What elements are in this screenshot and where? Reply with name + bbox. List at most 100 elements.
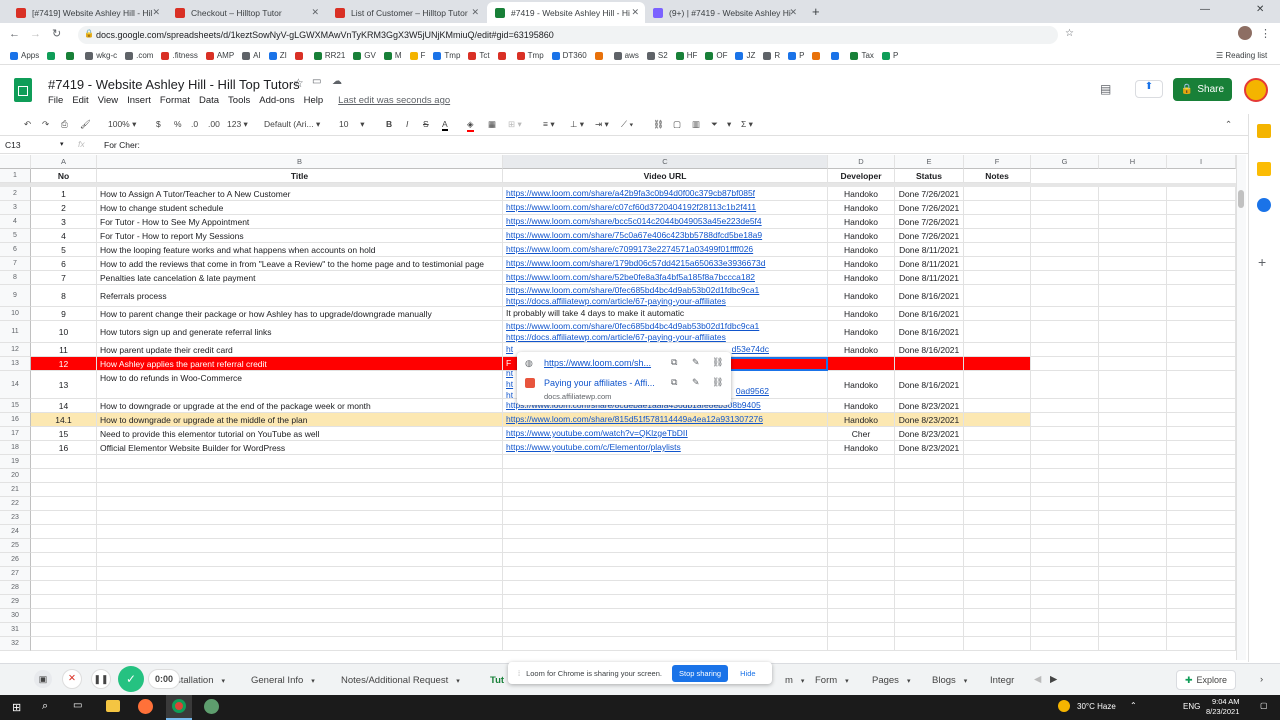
bookmark-item[interactable]: Tmp bbox=[516, 51, 544, 60]
empty-cell[interactable] bbox=[1031, 497, 1099, 511]
empty-cell[interactable] bbox=[895, 553, 964, 567]
browser-menu-icon[interactable]: ⋮ bbox=[1260, 27, 1271, 40]
empty-cell[interactable] bbox=[895, 539, 964, 553]
no-cell[interactable]: 1 bbox=[31, 187, 97, 201]
status-cell[interactable]: Done 7/26/2021 bbox=[895, 201, 964, 215]
chrome-profile-icon[interactable] bbox=[204, 699, 219, 714]
url-line[interactable]: ht bbox=[506, 379, 513, 390]
empty-cell[interactable] bbox=[503, 637, 828, 651]
empty-cell[interactable] bbox=[1167, 581, 1236, 595]
menu-file[interactable]: File bbox=[48, 95, 63, 106]
sheets-logo-icon[interactable] bbox=[14, 78, 32, 102]
developer-cell[interactable]: Handoko bbox=[828, 271, 895, 285]
search-icon[interactable]: ⌕ bbox=[42, 700, 48, 713]
menu-edit[interactable]: Edit bbox=[72, 95, 88, 106]
empty-cell[interactable] bbox=[828, 539, 895, 553]
empty-cell[interactable] bbox=[964, 539, 1031, 553]
url-line[interactable]: ht bbox=[506, 371, 513, 379]
url-cell[interactable]: https://www.loom.com/share/bcc5c014c2044… bbox=[503, 215, 828, 229]
title-cell[interactable]: Need to provide this elementor tutorial … bbox=[97, 427, 503, 441]
empty-cell[interactable] bbox=[828, 553, 895, 567]
popup-link-2[interactable]: Paying your affiliates - Affi... bbox=[544, 378, 655, 388]
empty-cell[interactable] bbox=[1099, 539, 1167, 553]
developer-cell[interactable]: Handoko bbox=[828, 285, 895, 307]
no-cell[interactable]: 4 bbox=[31, 229, 97, 243]
empty-cell[interactable] bbox=[895, 511, 964, 525]
sheet-tab[interactable]: Integr bbox=[990, 675, 1014, 686]
row-header[interactable]: 6 bbox=[0, 243, 31, 257]
url-line[interactable]: https://www.loom.com/share/bcc5c014c2044… bbox=[506, 216, 762, 227]
more-formats-select[interactable]: 123 ▾ bbox=[227, 119, 248, 130]
star-icon[interactable]: ☆ bbox=[1065, 28, 1074, 39]
empty-cell[interactable] bbox=[964, 455, 1031, 469]
horizontal-align-icon[interactable]: ≡ ▾ bbox=[543, 119, 555, 130]
empty-cell[interactable] bbox=[828, 595, 895, 609]
empty-cell[interactable] bbox=[97, 497, 503, 511]
developer-cell[interactable]: Handoko bbox=[828, 343, 895, 357]
sheet-tab-menu-icon[interactable]: ▾ bbox=[964, 678, 968, 685]
no-cell[interactable]: 10 bbox=[31, 321, 97, 343]
empty-cell[interactable] bbox=[31, 609, 97, 623]
empty-cell[interactable] bbox=[503, 609, 828, 623]
empty-cell[interactable] bbox=[1167, 637, 1236, 651]
empty-cell[interactable] bbox=[1031, 469, 1099, 483]
select-all-corner[interactable] bbox=[0, 155, 31, 169]
column-header-c[interactable]: C bbox=[503, 155, 828, 169]
sheet-tab-menu-icon[interactable]: ▾ bbox=[907, 678, 911, 685]
title-cell[interactable]: For Tutor - How to report My Sessions bbox=[97, 229, 503, 243]
sheet-tab[interactable]: m ▾ bbox=[785, 675, 804, 686]
bookmark-item[interactable]: AI bbox=[242, 51, 261, 60]
empty-cell[interactable] bbox=[1099, 343, 1167, 357]
status-cell[interactable]: Done 8/23/2021 bbox=[895, 413, 964, 427]
status-cell[interactable]: Done 8/16/2021 bbox=[895, 371, 964, 399]
sheet-tab[interactable]: Blogs ▾ bbox=[932, 675, 967, 686]
title-cell[interactable]: Penalties late cancelation & late paymen… bbox=[97, 271, 503, 285]
empty-cell[interactable] bbox=[503, 567, 828, 581]
new-tab-icon[interactable]: + bbox=[812, 4, 820, 19]
row-header[interactable]: 8 bbox=[0, 271, 31, 285]
filter-views-icon[interactable]: ▾ bbox=[727, 119, 731, 130]
empty-cell[interactable] bbox=[895, 595, 964, 609]
row-header[interactable]: 7 bbox=[0, 257, 31, 271]
row-header[interactable]: 14 bbox=[0, 371, 31, 399]
tasks-icon[interactable] bbox=[1257, 198, 1271, 212]
empty-cell[interactable] bbox=[503, 483, 828, 497]
row-header[interactable]: 19 bbox=[0, 455, 31, 469]
notes-cell[interactable] bbox=[964, 257, 1031, 271]
explore-button[interactable]: ✚ Explore bbox=[1176, 670, 1236, 690]
row-header[interactable]: 26 bbox=[0, 553, 31, 567]
empty-cell[interactable] bbox=[1167, 201, 1236, 215]
title-cell[interactable]: How to parent change their package or ho… bbox=[97, 307, 503, 321]
chrome-taskbar-item[interactable] bbox=[166, 695, 192, 720]
url-cell[interactable]: https://www.loom.com/share/52be0fe8a3fa4… bbox=[503, 271, 828, 285]
bold-icon[interactable]: B bbox=[386, 119, 392, 129]
name-box-dropdown-icon[interactable]: ▾ bbox=[60, 140, 64, 148]
copy-link-icon[interactable]: ⧉ bbox=[671, 377, 677, 388]
empty-cell[interactable] bbox=[828, 511, 895, 525]
status-cell[interactable]: Done 8/11/2021 bbox=[895, 243, 964, 257]
loom-camera-icon[interactable]: ▣ bbox=[34, 670, 52, 688]
title-cell[interactable]: How Ashley applies the parent referral c… bbox=[97, 357, 503, 371]
url-line[interactable]: https://www.youtube.com/c/Elementor/play… bbox=[506, 442, 681, 453]
empty-cell[interactable] bbox=[828, 637, 895, 651]
developer-cell[interactable] bbox=[828, 357, 895, 371]
reload-icon[interactable]: ↻ bbox=[52, 27, 61, 40]
empty-cell[interactable] bbox=[97, 567, 503, 581]
drag-handle-icon[interactable]: ⁞ bbox=[518, 669, 520, 678]
no-cell[interactable]: 5 bbox=[31, 243, 97, 257]
developer-cell[interactable]: Handoko bbox=[828, 215, 895, 229]
comments-icon[interactable]: ▤ bbox=[1100, 82, 1111, 96]
tab-close-icon[interactable]: ✕ bbox=[311, 7, 319, 18]
empty-cell[interactable] bbox=[895, 455, 964, 469]
title-cell[interactable]: How to Assign A Tutor/Teacher to A New C… bbox=[97, 187, 503, 201]
bookmark-item[interactable]: aws bbox=[613, 51, 639, 60]
row-header[interactable]: 24 bbox=[0, 525, 31, 539]
account-avatar[interactable] bbox=[1244, 78, 1268, 102]
last-edit-link[interactable]: Last edit was seconds ago bbox=[338, 95, 450, 106]
empty-cell[interactable] bbox=[97, 469, 503, 483]
notes-cell[interactable] bbox=[964, 343, 1031, 357]
title-cell[interactable]: Referrals process bbox=[97, 285, 503, 307]
browser-tab[interactable]: (9+) | #7419 - Website Ashley Hi ✕ bbox=[645, 2, 803, 23]
undo-icon[interactable]: ↶ bbox=[24, 119, 31, 130]
url-line-end[interactable]: 0ad9562 bbox=[736, 386, 769, 397]
